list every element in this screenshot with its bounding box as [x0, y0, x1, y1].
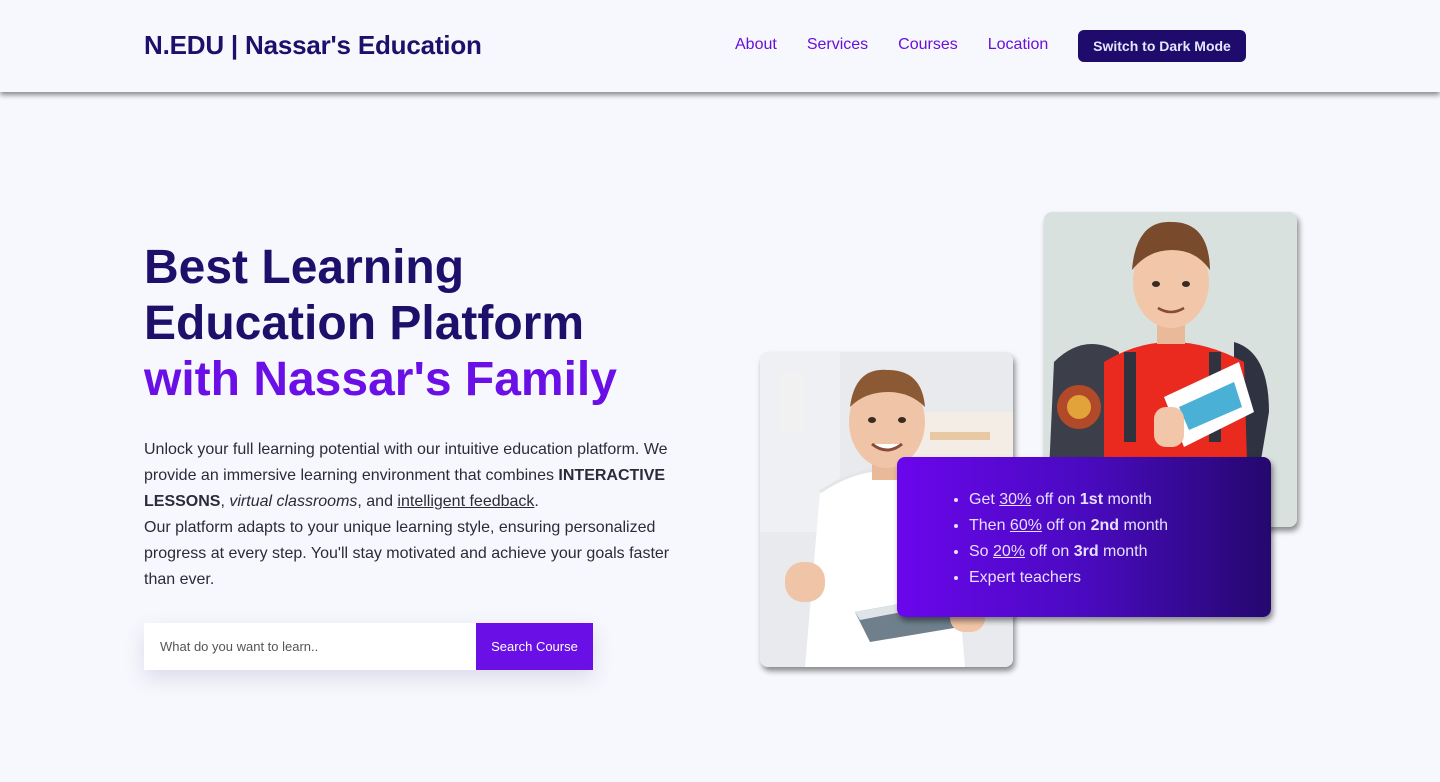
nav-link-location[interactable]: Location: [988, 36, 1049, 54]
hero-title-line-1: Best Learning: [144, 241, 465, 294]
offer-card: Get 30% off on 1st month Then 60% off on…: [897, 457, 1271, 617]
nav-link-courses[interactable]: Courses: [898, 36, 958, 54]
hero-description: Unlock your full learning potential with…: [144, 437, 684, 593]
desc-link-intelligent-feedback[interactable]: intelligent feedback: [397, 493, 534, 510]
offer-text: month: [1098, 543, 1148, 560]
site-header: N.EDU | Nassar's Education About Service…: [0, 0, 1440, 92]
offer-item-2: Then 60% off on 2nd month: [969, 513, 1168, 539]
main-nav: About Services Courses Location: [735, 36, 1078, 54]
hero-title-line-2: Education Platform: [144, 297, 585, 350]
offer-text: month: [1103, 491, 1152, 508]
nav-link-about[interactable]: About: [735, 36, 777, 54]
search-course-button[interactable]: Search Course: [476, 623, 593, 670]
offer-text: month: [1119, 517, 1168, 534]
search-input[interactable]: [144, 623, 476, 670]
offer-text: So: [969, 543, 994, 560]
offer-list: Get 30% off on 1st month Then 60% off on…: [969, 487, 1168, 591]
offer-ordinal: 2nd: [1090, 517, 1120, 534]
offer-ordinal: 1st: [1079, 491, 1104, 508]
offer-text: Get: [969, 491, 1000, 508]
offer-percent: 20%: [993, 543, 1026, 560]
offer-item-3: So 20% off on 3rd month: [969, 539, 1168, 565]
offer-item-4: Expert teachers: [969, 565, 1168, 591]
hero-title-line-3: with Nassar's Family: [144, 353, 617, 406]
desc-text: .: [534, 493, 539, 510]
brand-logo-text[interactable]: N.EDU | Nassar's Education: [144, 30, 482, 61]
offer-percent: 60%: [1009, 517, 1042, 534]
nav-link-services[interactable]: Services: [807, 36, 868, 54]
desc-paragraph-2: Our platform adapts to your unique learn…: [144, 519, 670, 588]
offer-text: off on: [1031, 491, 1080, 508]
dark-mode-toggle-button[interactable]: Switch to Dark Mode: [1078, 30, 1246, 62]
offer-percent: 30%: [999, 491, 1032, 508]
offer-text: off on: [1025, 543, 1074, 560]
offer-text: Then: [969, 517, 1010, 534]
search-bar: Search Course: [144, 623, 593, 670]
desc-text: , and: [357, 493, 398, 510]
desc-italic: virtual classrooms: [229, 493, 358, 510]
offer-text: off on: [1041, 517, 1091, 534]
offer-item-1: Get 30% off on 1st month: [969, 487, 1168, 513]
offer-ordinal: 3rd: [1073, 543, 1099, 560]
hero-title: Best Learning Education Platform with Na…: [144, 240, 617, 408]
